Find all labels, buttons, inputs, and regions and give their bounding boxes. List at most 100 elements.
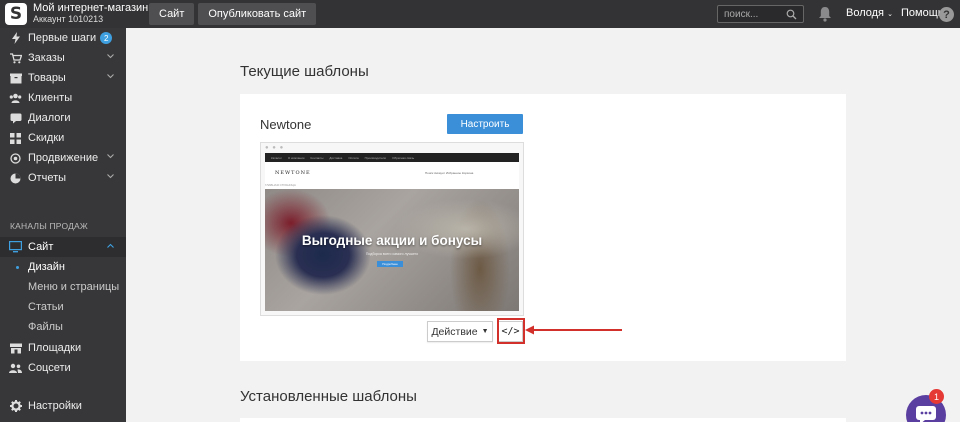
- chevron-down-icon: [107, 174, 114, 179]
- sidebar-subitem-design[interactable]: Дизайн: [0, 257, 126, 277]
- bolt-icon: [9, 32, 22, 45]
- search-icon[interactable]: [786, 9, 797, 20]
- store-switcher[interactable]: Мой интернет-магазин Аккаунт 1010213: [33, 2, 149, 25]
- sidebar-item-dialogs[interactable]: Диалоги: [0, 108, 126, 128]
- sidebar-item-marketplaces[interactable]: Площадки: [0, 338, 126, 358]
- sidebar-item-first-steps[interactable]: Первые шаги 2: [0, 28, 126, 48]
- preview-hero-image: Выгодные акции и бонусы Подборка всего с…: [265, 189, 519, 311]
- sidebar-item-orders[interactable]: Заказы: [0, 48, 126, 68]
- current-templates-heading: Текущие шаблоны: [240, 63, 369, 80]
- sidebar-item-marketing[interactable]: Продвижение: [0, 148, 126, 168]
- sidebar-item-settings[interactable]: Настройки: [0, 396, 126, 416]
- search-input[interactable]: [718, 8, 784, 20]
- chat-unread-badge: 1: [929, 389, 944, 404]
- main-content: Текущие шаблоны Newtone Настроить ● ● ● …: [126, 28, 960, 422]
- sales-channels-heading: КАНАЛЫ ПРОДАЖ: [10, 221, 88, 231]
- active-dot-icon: [16, 266, 19, 269]
- chat-icon: [9, 112, 22, 125]
- search-box[interactable]: [717, 5, 804, 23]
- store-name: Мой интернет-магазин: [33, 2, 149, 14]
- preview-link: Обратная связь: [392, 155, 415, 160]
- notification-badge: 2: [100, 32, 113, 44]
- preview-hero-title: Выгодные акции и бонусы: [301, 233, 483, 248]
- preview-link: Каталог: [271, 155, 282, 160]
- sidebar-subitem-menu-pages[interactable]: Меню и страницы: [0, 277, 126, 297]
- preview-breadcrumb: ГЛАВНАЯ СТРАНИЦА: [265, 183, 296, 187]
- sidebar-subitem-files[interactable]: Файлы: [0, 317, 126, 337]
- arrow-left-icon: [525, 325, 622, 335]
- ecwid-logo-icon[interactable]: S: [5, 3, 27, 25]
- template-preview[interactable]: ● ● ● Каталог О компании Контакты Достав…: [260, 142, 524, 316]
- chevron-down-icon: [107, 154, 114, 159]
- sidebar-item-label: Дизайн: [28, 261, 65, 273]
- cart-icon: [9, 52, 22, 65]
- sidebar-item-label: Клиенты: [28, 92, 73, 104]
- preview-link: Контакты: [310, 155, 324, 160]
- sidebar-item-label: Площадки: [28, 342, 82, 354]
- box-icon: [9, 72, 22, 85]
- pie-icon: [9, 172, 22, 185]
- chevron-down-icon: ▼: [481, 328, 489, 335]
- chevron-down-icon: ⌄: [887, 11, 893, 18]
- action-dropdown[interactable]: Действие ▼: [427, 321, 493, 342]
- help-link[interactable]: Помощь: [901, 7, 944, 19]
- installed-templates-card: [240, 418, 846, 422]
- sidebar-item-products[interactable]: Товары: [0, 68, 126, 88]
- bell-icon[interactable]: [818, 6, 832, 22]
- sidebar-item-reports[interactable]: Отчеты: [0, 168, 126, 188]
- sidebar-item-customers[interactable]: Клиенты: [0, 88, 126, 108]
- sidebar-item-label: Диалоги: [28, 112, 71, 124]
- action-label: Действие: [431, 325, 478, 338]
- sidebar-item-label: Отчеты: [28, 172, 67, 184]
- chevron-up-icon: [107, 243, 114, 248]
- target-icon: [9, 152, 22, 165]
- chat-bubble-icon: [916, 406, 936, 422]
- user-menu[interactable]: Володя ⌄: [846, 7, 893, 19]
- grid-icon: [9, 132, 22, 145]
- preview-header: NEWTONE Поиск Аккаунт Избранное Корзина: [265, 162, 519, 189]
- sidebar-subitem-articles[interactable]: Статьи: [0, 297, 126, 317]
- sidebar-item-label: Файлы: [28, 321, 63, 333]
- configure-button[interactable]: Настроить: [447, 114, 523, 134]
- store-icon: [9, 342, 22, 355]
- sidebar-item-label: Продвижение: [28, 152, 99, 164]
- user-name: Володя: [846, 7, 885, 19]
- sidebar-item-social[interactable]: Соцсети: [0, 358, 126, 378]
- sidebar-item-label: Соцсети: [28, 362, 71, 374]
- window-dots-icon: ● ● ●: [265, 145, 285, 151]
- preview-link: О компании: [287, 155, 305, 160]
- preview-link: Производители: [364, 155, 387, 160]
- sidebar: Первые шаги 2 Заказы Товары Клиенты Диал…: [0, 28, 126, 422]
- users-icon: [9, 92, 22, 105]
- people-icon: [9, 362, 22, 375]
- preview-nav: Поиск Аккаунт Избранное Корзина: [425, 171, 474, 175]
- preview-hero-subtitle: Подборка всего самого лучшего: [365, 252, 419, 256]
- sidebar-item-site[interactable]: Сайт: [0, 237, 126, 257]
- chevron-down-icon: [107, 74, 114, 79]
- preview-logo: NEWTONE: [275, 170, 311, 176]
- sidebar-item-label: Товары: [28, 72, 66, 84]
- sidebar-item-label: Сайт: [28, 241, 54, 253]
- publish-site-button[interactable]: Опубликовать сайт: [198, 3, 317, 25]
- sidebar-item-label: Заказы: [28, 52, 65, 64]
- help-icon[interactable]: ?: [939, 7, 954, 22]
- preview-link: Доставка: [329, 155, 343, 160]
- highlight-box: [497, 318, 525, 344]
- gear-icon: [9, 400, 22, 413]
- installed-templates-heading: Установленные шаблоны: [240, 388, 417, 405]
- sidebar-item-label: Скидки: [28, 132, 65, 144]
- preview-link: Оплата: [348, 155, 359, 160]
- sidebar-item-label: Первые шаги: [28, 32, 97, 44]
- monitor-icon: [9, 241, 22, 254]
- sidebar-item-label: Меню и страницы: [28, 281, 120, 293]
- template-name: Newtone: [260, 117, 312, 132]
- preview-topbar: Каталог О компании Контакты Доставка Опл…: [265, 153, 519, 162]
- site-button[interactable]: Сайт: [149, 3, 195, 25]
- account-id: Аккаунт 1010213: [33, 14, 104, 24]
- sidebar-item-label: Статьи: [28, 301, 64, 313]
- top-bar: S Мой интернет-магазин Аккаунт 1010213 С…: [0, 0, 960, 28]
- chevron-down-icon: [107, 54, 114, 59]
- sidebar-item-label: Настройки: [28, 400, 82, 412]
- preview-hero-button: Подробнее: [377, 261, 403, 267]
- sidebar-item-discounts[interactable]: Скидки: [0, 128, 126, 148]
